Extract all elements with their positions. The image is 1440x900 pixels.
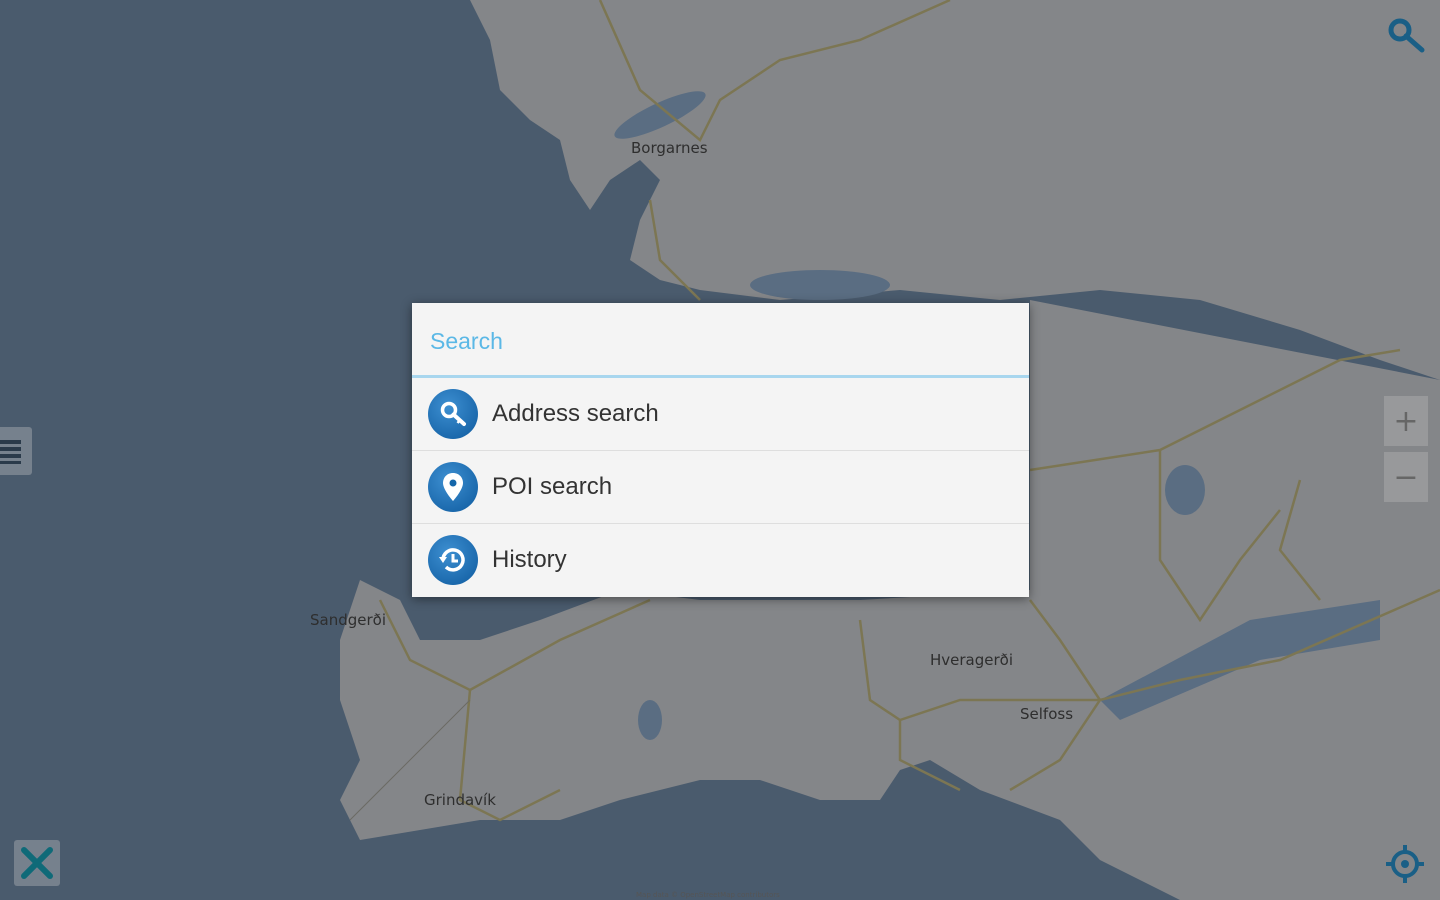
place-label: Borgarnes bbox=[631, 139, 708, 157]
close-icon bbox=[21, 847, 53, 879]
search-icon bbox=[1388, 18, 1425, 53]
dialog-title: Search bbox=[412, 303, 1029, 378]
address-search-item[interactable]: Address search bbox=[412, 378, 1029, 451]
menu-item-label: Address search bbox=[492, 400, 659, 427]
search-button[interactable] bbox=[1384, 14, 1428, 58]
map-pin-icon bbox=[428, 462, 478, 512]
place-label: Grindavík bbox=[424, 791, 496, 809]
place-label: Sandgerði bbox=[310, 611, 387, 629]
history-item[interactable]: History bbox=[412, 524, 1029, 596]
poi-search-item[interactable]: POI search bbox=[412, 451, 1029, 524]
zoom-in-button[interactable]: + bbox=[1384, 396, 1428, 446]
locate-me-button[interactable] bbox=[1382, 841, 1428, 887]
menu-item-label: History bbox=[492, 546, 567, 573]
place-label: Hveragerði bbox=[930, 651, 1014, 669]
layer-list-button[interactable] bbox=[0, 427, 32, 475]
place-label: Selfoss bbox=[1020, 705, 1074, 723]
crosshair-icon bbox=[1386, 845, 1424, 883]
key-search-icon bbox=[428, 389, 478, 439]
history-clock-icon bbox=[428, 535, 478, 585]
list-icon bbox=[0, 440, 21, 464]
menu-item-label: POI search bbox=[492, 473, 613, 500]
search-dialog: Search Address search POI search History bbox=[412, 303, 1029, 597]
close-button[interactable] bbox=[14, 840, 60, 886]
zoom-out-button[interactable]: − bbox=[1384, 452, 1428, 502]
map-attribution: Map data © OpenStreetMap contributors bbox=[636, 891, 780, 899]
